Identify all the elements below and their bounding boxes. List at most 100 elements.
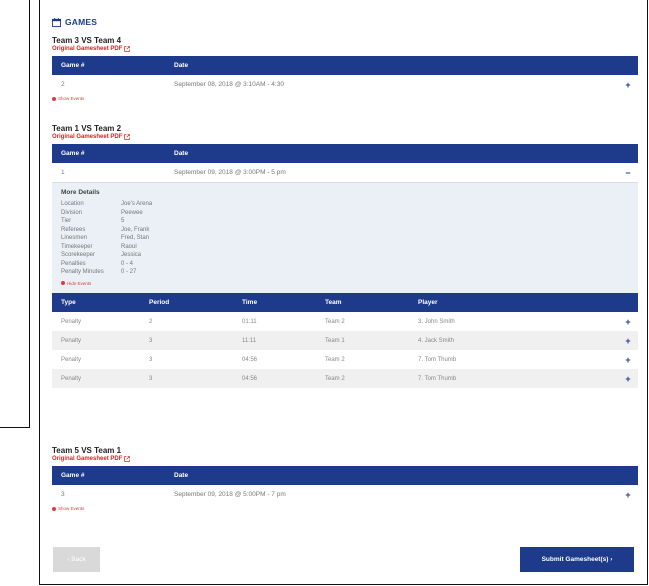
- event-period: 3: [149, 356, 153, 363]
- event-team: Team 2: [325, 375, 345, 382]
- gamesheet-pdf-link[interactable]: Original Gamesheet PDF: [52, 133, 638, 141]
- left-panel-frame: [0, 0, 30, 428]
- detail-value: 5: [121, 218, 125, 224]
- detail-key: Location: [61, 201, 84, 207]
- show-events-link[interactable]: Show Events: [52, 96, 638, 101]
- event-type: Penalty: [61, 375, 82, 382]
- event-type: Penalty: [61, 318, 82, 325]
- detail-row: Timekeeper Raoul: [61, 243, 629, 252]
- detail-row: Penalties 0 - 4: [61, 260, 629, 269]
- header-team: Team: [325, 299, 342, 306]
- external-link-icon: [124, 456, 131, 462]
- match-title: Team 3 VS Team 4: [52, 36, 122, 45]
- expand-icon[interactable]: +: [618, 490, 638, 500]
- games-table-header: Game # Date: [52, 466, 638, 485]
- detail-row: Division Peewee: [61, 209, 629, 218]
- more-details-panel: More Details Location Joe's Arena Divisio…: [52, 182, 638, 293]
- event-player: 4. Jack Smith: [418, 337, 455, 344]
- detail-key: Linesmen: [61, 235, 88, 241]
- event-time: 01:11: [242, 318, 257, 325]
- games-title: GAMES: [65, 17, 98, 27]
- event-period: 3: [149, 375, 153, 382]
- header-period: Period: [149, 299, 170, 306]
- toggle-dot-icon: [52, 506, 56, 511]
- toggle-dot-icon: [52, 96, 56, 101]
- game-date: September 09, 2018 @ 3:00PM - 5 pm: [174, 169, 286, 176]
- game-number: 2: [61, 81, 65, 88]
- expand-icon[interactable]: +: [618, 336, 638, 346]
- gamesheet-pdf-link[interactable]: Original Gamesheet PDF: [52, 455, 638, 463]
- header-date: Date: [174, 150, 189, 157]
- detail-key: Division: [61, 209, 83, 216]
- show-events-label: Show Events: [58, 96, 85, 101]
- games-table-header: Game # Date: [52, 144, 638, 163]
- game-date: September 08, 2018 @ 3:10AM - 4:30: [174, 81, 284, 88]
- detail-key: Tier: [61, 218, 72, 224]
- expand-icon[interactable]: +: [618, 355, 638, 365]
- detail-value: 0 - 27: [121, 269, 137, 275]
- events-table-header: Type Period Time Team Player: [52, 293, 638, 312]
- event-type: Penalty: [61, 337, 82, 344]
- game-row[interactable]: 1 September 09, 2018 @ 3:00PM - 5 pm −: [52, 163, 638, 182]
- header-date: Date: [174, 472, 189, 479]
- pdf-link-label: Original Gamesheet PDF: [52, 134, 123, 140]
- header-game-number: Game #: [61, 62, 85, 69]
- more-details-title: More Details: [61, 189, 100, 196]
- event-time: 04:56: [242, 375, 258, 382]
- event-team: Team 1: [325, 337, 345, 344]
- games-table-header: Game # Date: [52, 56, 638, 75]
- back-button[interactable]: ‹ Back: [53, 547, 100, 572]
- event-player: 7. Tom Thumb: [418, 356, 457, 363]
- match-title: Team 1 VS Team 2: [52, 124, 122, 133]
- detail-value: Joe's Arena: [121, 201, 153, 207]
- hide-events-label: Hide Events: [67, 280, 92, 286]
- collapse-icon[interactable]: −: [618, 168, 638, 178]
- event-period: 2: [149, 318, 153, 325]
- gamesheet-pdf-link[interactable]: Original Gamesheet PDF: [52, 45, 638, 53]
- detail-value: Jessica: [121, 252, 142, 258]
- show-events-link[interactable]: Show Events: [52, 506, 638, 511]
- pdf-link-label: Original Gamesheet PDF: [52, 46, 123, 52]
- detail-key: Scorekeeper: [61, 252, 96, 258]
- header-game-number: Game #: [61, 472, 85, 479]
- toggle-dot-icon: [61, 281, 65, 285]
- match-section: Team 3 VS Team 4 Original Gamesheet PDF …: [52, 36, 638, 101]
- header-game-number: Game #: [61, 150, 85, 157]
- event-team: Team 2: [325, 356, 345, 363]
- show-events-label: Show Events: [58, 506, 85, 511]
- header-date: Date: [174, 62, 189, 69]
- event-row[interactable]: Penalty 2 01:11 Team 2 3. John Smith +: [52, 312, 638, 331]
- detail-value: Joe, Frank: [121, 226, 150, 233]
- game-row[interactable]: 2 September 08, 2018 @ 3:10AM - 4:30 +: [52, 75, 638, 94]
- detail-value: Fred, Stan: [121, 235, 150, 241]
- detail-key: Penalty Minutes: [61, 269, 104, 275]
- detail-row: Location Joe's Arena: [61, 200, 629, 209]
- submit-gamesheets-button[interactable]: Submit Gamesheet(s) ›: [520, 547, 634, 572]
- event-row[interactable]: Penalty 3 04:56 Team 2 7. Tom Thumb +: [52, 350, 638, 369]
- pdf-link-label: Original Gamesheet PDF: [52, 456, 123, 462]
- detail-row: Tier 5: [61, 217, 629, 226]
- event-row[interactable]: Penalty 3 11:11 Team 1 4. Jack Smith +: [52, 331, 638, 350]
- detail-value: Peewee: [121, 209, 143, 216]
- game-row[interactable]: 3 September 09, 2018 @ 5:00PM - 7 pm +: [52, 485, 638, 504]
- calendar-icon: [52, 17, 61, 27]
- games-header: GAMES: [52, 16, 638, 28]
- hide-events-link[interactable]: Hide Events: [61, 281, 629, 286]
- external-link-icon: [124, 134, 131, 140]
- event-time: 11:11: [242, 337, 257, 344]
- detail-value: Raoul: [121, 243, 137, 250]
- match-title: Team 5 VS Team 1: [52, 446, 122, 455]
- event-time: 04:56: [242, 356, 258, 363]
- expand-icon[interactable]: +: [618, 317, 638, 327]
- event-period: 3: [149, 337, 153, 344]
- header-player: Player: [418, 299, 438, 306]
- expand-icon[interactable]: +: [618, 374, 638, 384]
- header-type: Type: [61, 299, 76, 306]
- expand-icon[interactable]: +: [618, 80, 638, 90]
- game-number: 3: [61, 491, 65, 498]
- event-type: Penalty: [61, 356, 82, 363]
- event-team: Team 2: [325, 318, 345, 325]
- event-row[interactable]: Penalty 3 04:56 Team 2 7. Tom Thumb +: [52, 369, 638, 388]
- detail-row: Linesmen Fred, Stan: [61, 234, 629, 243]
- detail-row: Scorekeeper Jessica: [61, 251, 629, 260]
